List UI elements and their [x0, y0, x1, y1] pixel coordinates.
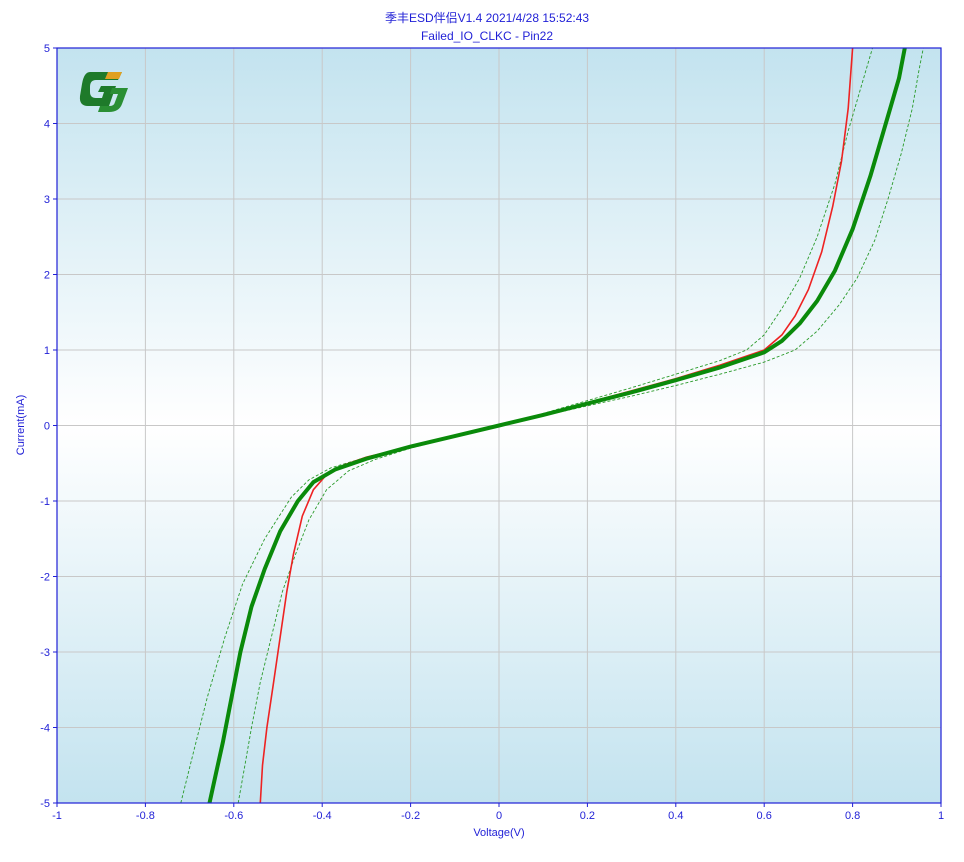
y-axis-label: Current(mA)	[15, 395, 27, 456]
y-tick-label: -1	[40, 496, 50, 508]
y-axis: -5 -4 -3 -2 -1 0 1 2 3 4 5	[40, 43, 57, 810]
x-tick-label: 0.6	[757, 810, 772, 822]
y-tick-label: 2	[44, 270, 50, 282]
iv-curve-chart: 季丰ESD伴侣V1.4 2021/4/28 15:52:43 Failed_IO…	[15, 10, 944, 839]
x-tick-label: -0.8	[136, 810, 155, 822]
x-tick-label: -0.4	[313, 810, 332, 822]
x-tick-label: 0	[496, 810, 502, 822]
x-tick-label: 0.8	[845, 810, 860, 822]
y-tick-label: 3	[44, 194, 50, 206]
y-tick-label: -4	[40, 723, 50, 735]
y-tick-label: 1	[44, 345, 50, 357]
chart-title: 季丰ESD伴侣V1.4 2021/4/28 15:52:43	[385, 10, 589, 25]
chart-subtitle: Failed_IO_CLKC - Pin22	[421, 29, 553, 43]
y-tick-label: -2	[40, 572, 50, 584]
y-tick-label: -3	[40, 647, 50, 659]
x-tick-label: -0.6	[224, 810, 243, 822]
y-tick-label: 4	[44, 119, 50, 131]
x-tick-label: 0.4	[668, 810, 683, 822]
x-tick-label: -0.2	[401, 810, 420, 822]
y-tick-label: -5	[40, 798, 50, 810]
x-tick-label: 0.2	[580, 810, 595, 822]
x-axis-label: Voltage(V)	[473, 827, 524, 839]
x-tick-label: -1	[52, 810, 62, 822]
y-tick-label: 5	[44, 43, 50, 55]
x-axis: -1 -0.8 -0.6 -0.4 -0.2 0 0.2 0.4 0.6 0.8 1	[52, 803, 944, 822]
y-tick-label: 0	[44, 421, 50, 433]
x-tick-label: 1	[938, 810, 944, 822]
